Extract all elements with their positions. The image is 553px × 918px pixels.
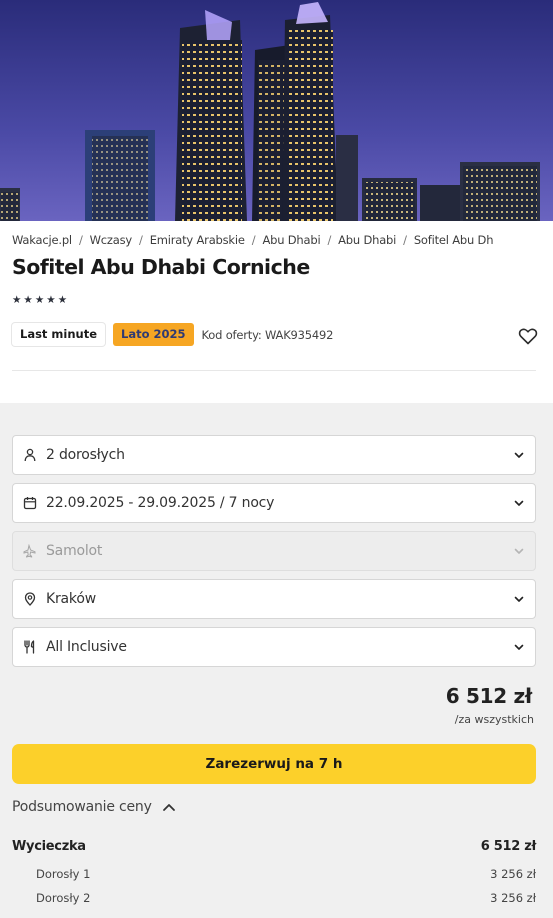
price-summary-label: Podsumowanie ceny <box>12 799 152 815</box>
breadcrumb-item-country[interactable]: Emiraty Arabskie <box>150 233 245 247</box>
price-summary-trip-row: Wycieczka 6 512 zł <box>12 839 536 854</box>
breadcrumb-item-home[interactable]: Wakacje.pl <box>12 233 72 247</box>
traveler-label: Dorosły 1 <box>36 867 91 881</box>
departure-select[interactable]: Kraków <box>12 579 536 619</box>
departure-value: Kraków <box>46 591 96 607</box>
price-summary-item: Dorosły 1 3 256 zł <box>12 867 536 881</box>
star-icon: ★ <box>57 294 68 306</box>
chevron-down-icon <box>514 644 524 650</box>
traveler-label: Dorosły 2 <box>36 891 91 905</box>
offer-code: Kod oferty: WAK935492 <box>201 327 334 342</box>
season-badge: Lato 2025 <box>113 323 194 346</box>
price-note: /za wszystkich <box>454 713 534 726</box>
hotel-star-rating: ★ ★ ★ ★ ★ <box>12 294 67 306</box>
breadcrumb-separator: / <box>139 233 143 247</box>
hotel-title: Sofitel Abu Dhabi Corniche <box>12 255 310 279</box>
transport-value: Samolot <box>46 543 103 559</box>
chevron-down-icon <box>514 596 524 602</box>
breadcrumb-item-city[interactable]: Abu Dhabi <box>338 233 396 247</box>
traveler-price: 3 256 zł <box>490 891 536 905</box>
location-pin-icon <box>22 591 38 607</box>
breadcrumb-item-holidays[interactable]: Wczasy <box>90 233 133 247</box>
favorite-heart-icon[interactable] <box>518 327 538 345</box>
total-price: 6 512 zł <box>445 684 533 708</box>
price-summary-item: Dorosły 2 3 256 zł <box>12 891 536 905</box>
breadcrumb-item-hotel: Sofitel Abu Dh <box>413 233 494 247</box>
offer-tags: Last minute Lato 2025 Kod oferty: WAK935… <box>12 323 333 346</box>
breadcrumb: Wakacje.pl / Wczasy / Emiraty Arabskie / Abu D… <box>12 233 553 249</box>
chevron-down-icon <box>514 452 524 458</box>
airplane-icon <box>22 543 38 559</box>
breadcrumb-separator: / <box>403 233 407 247</box>
chevron-down-icon <box>514 500 524 506</box>
breadcrumb-separator: / <box>327 233 332 247</box>
trip-label: Wycieczka <box>12 839 86 854</box>
divider <box>12 370 536 371</box>
star-icon: ★ <box>23 294 33 306</box>
last-minute-badge: Last minute <box>12 323 106 346</box>
dates-value: 22.09.2025 - 29.09.2025 / 7 nocy <box>46 495 275 511</box>
travelers-select[interactable]: 2 dorosłych <box>12 435 536 475</box>
book-button[interactable]: Zarezerwuj na 7 h <box>12 744 536 784</box>
chevron-down-icon <box>514 548 524 554</box>
transport-select: Samolot <box>12 531 536 571</box>
breadcrumb-separator: / <box>78 233 83 247</box>
traveler-price: 3 256 zł <box>490 867 536 881</box>
travelers-value: 2 dorosłych <box>46 447 125 463</box>
star-icon: ★ <box>12 294 22 306</box>
dates-select[interactable]: 22.09.2025 - 29.09.2025 / 7 nocy <box>12 483 536 523</box>
calendar-icon <box>22 495 38 511</box>
board-value: All Inclusive <box>46 639 127 655</box>
price-summary-toggle[interactable]: Podsumowanie ceny <box>12 799 176 815</box>
star-icon: ★ <box>46 294 56 306</box>
chevron-up-icon <box>162 804 175 811</box>
person-icon <box>22 447 38 463</box>
star-icon: ★ <box>34 294 45 306</box>
breadcrumb-item-region[interactable]: Abu Dhabi <box>262 233 320 247</box>
breadcrumb-separator: / <box>251 233 256 247</box>
trip-total: 6 512 zł <box>480 839 537 854</box>
board-select[interactable]: All Inclusive <box>12 627 536 667</box>
cutlery-icon <box>22 639 38 655</box>
hotel-hero-image[interactable] <box>0 0 553 221</box>
